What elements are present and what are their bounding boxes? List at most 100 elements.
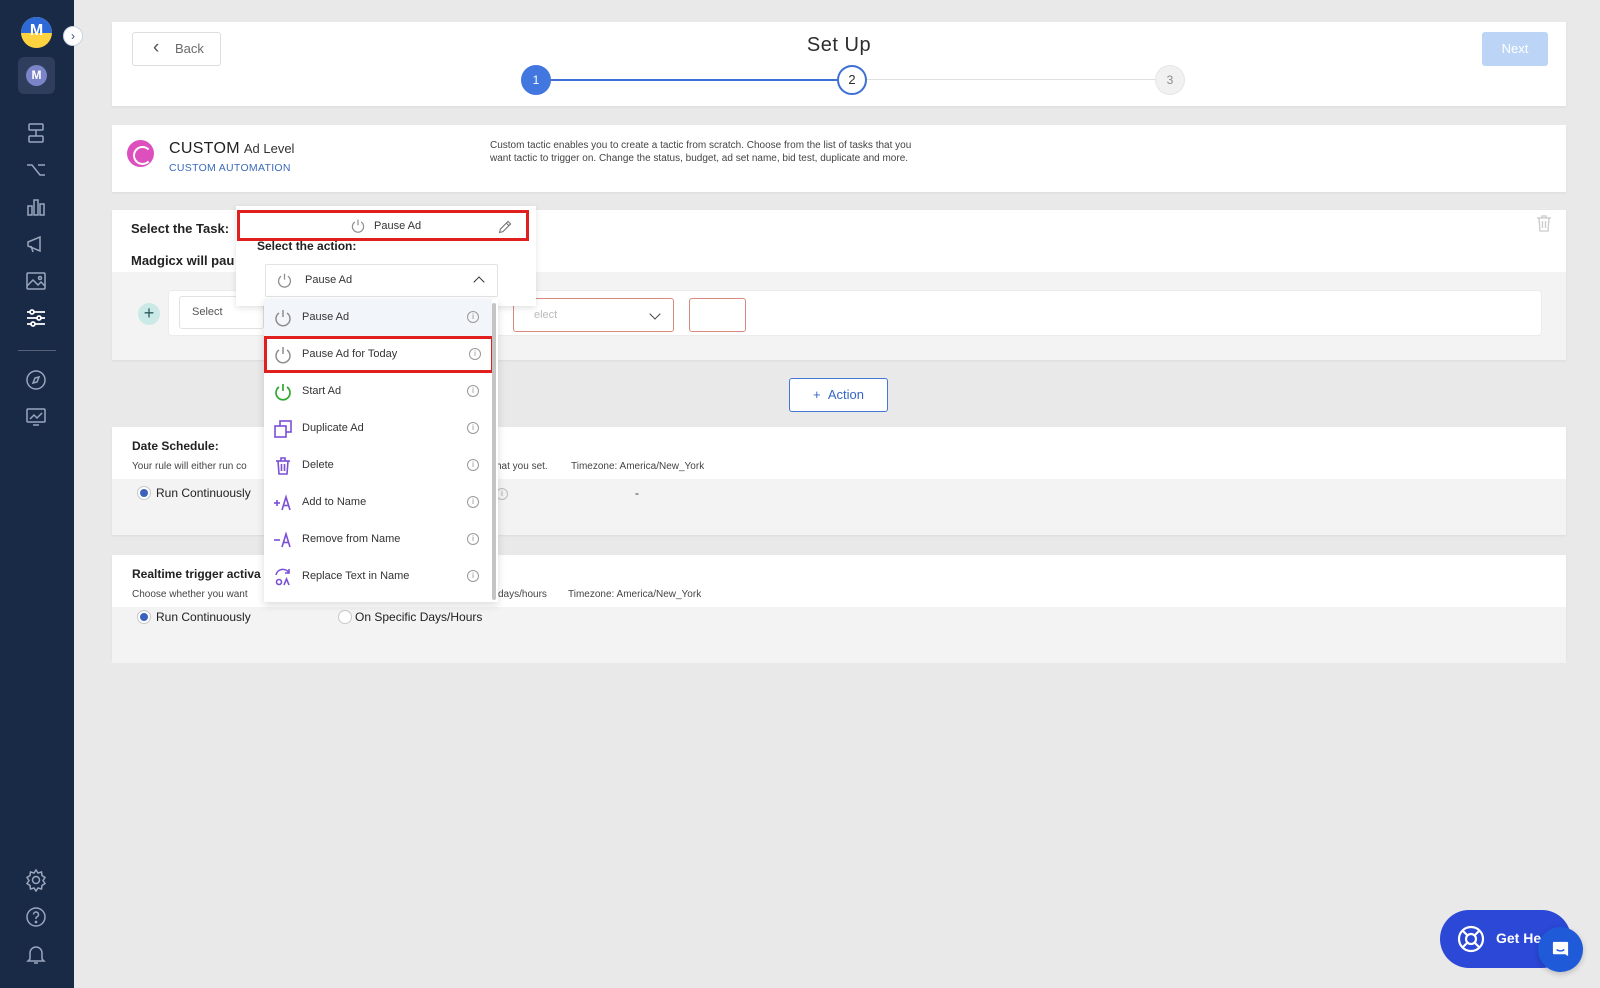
add-text-icon (273, 493, 293, 513)
realtime-heading: Realtime trigger activa (132, 567, 261, 581)
menu-item-remove-from-name[interactable]: Remove from Name i (264, 521, 492, 558)
sidebar-divider (18, 350, 56, 351)
step-2[interactable]: 2 (837, 65, 867, 95)
menu-item-duplicate-ad[interactable]: Duplicate Ad i (264, 410, 492, 447)
sidebar-item-account[interactable]: M (18, 57, 55, 94)
tactic-subtitle: CUSTOM AUTOMATION (169, 162, 291, 174)
lifebuoy-icon (1457, 925, 1485, 953)
operator-select[interactable]: elect (513, 298, 674, 332)
date-range-separator: - (635, 486, 639, 500)
step-3[interactable]: 3 (1155, 65, 1185, 95)
run-continuously-label: Run Continuously (156, 486, 251, 500)
duplicate-icon (273, 419, 293, 439)
image-icon[interactable] (24, 269, 48, 293)
page-title: Set Up (806, 34, 872, 56)
realtime-description-tail: days/hours (498, 589, 547, 600)
info-icon[interactable]: i (467, 311, 479, 323)
date-schedule-description: Your rule will either run co (132, 461, 247, 472)
date-schedule-timezone: Timezone: America/New_York (571, 461, 705, 472)
menu-item-label: Remove from Name (302, 533, 401, 545)
add-condition-plus-icon[interactable]: + (138, 303, 160, 325)
menu-item-start-ad[interactable]: Start Ad i (264, 373, 492, 410)
menu-scrollbar[interactable] (492, 303, 496, 600)
power-icon (351, 219, 365, 233)
date-schedule-description-tail: hat you set. (496, 461, 548, 472)
info-icon[interactable]: i (469, 348, 481, 360)
realtime-run-continuously-label: Run Continuously (156, 610, 251, 624)
menu-item-label: Pause Ad for Today (302, 348, 398, 360)
info-icon[interactable]: i (467, 533, 479, 545)
tactic-name: CUSTOM (169, 140, 240, 157)
tactic-info-card: CUSTOM Ad Level CUSTOM AUTOMATION Custom … (112, 125, 1566, 192)
madgicx-logo[interactable]: M (21, 17, 52, 48)
delete-task-trash-icon[interactable] (1536, 214, 1552, 232)
tactic-title: CUSTOM Ad Level (169, 140, 294, 158)
flow-icon[interactable] (24, 158, 48, 182)
selected-task-label: Pause Ad (374, 220, 422, 232)
compass-icon[interactable] (24, 368, 48, 392)
specific-days-radio[interactable] (338, 610, 352, 624)
settings-icon[interactable] (24, 868, 48, 893)
madgicx-will-label: Madgicx will pau (131, 253, 235, 268)
realtime-description: Choose whether you want (132, 589, 248, 600)
info-icon[interactable]: i (467, 385, 479, 397)
power-icon (273, 345, 293, 365)
add-action-label: Action (827, 387, 864, 402)
next-button[interactable]: Next (1482, 32, 1548, 66)
help-icon[interactable] (24, 905, 48, 929)
menu-item-pause-ad-for-today[interactable]: Pause Ad for Today i (264, 336, 494, 373)
menu-item-label: Start Ad (302, 385, 342, 397)
logo-letter: M (29, 22, 44, 39)
bell-icon[interactable] (24, 942, 48, 966)
custom-tactic-logo-icon (127, 140, 154, 167)
realtime-timezone: Timezone: America/New_York (568, 589, 702, 600)
info-icon[interactable]: i (467, 422, 479, 434)
specific-days-label: On Specific Days/Hours (355, 610, 483, 624)
info-icon[interactable]: i (467, 496, 479, 508)
tactic-description: Custom tactic enables you to create a ta… (490, 140, 912, 164)
bar-chart-icon[interactable] (24, 195, 48, 219)
edit-pencil-icon[interactable] (497, 218, 514, 235)
realtime-band (112, 607, 1566, 663)
select-action-label: Select the action: (257, 239, 357, 253)
setup-header: Back Set Up 1 2 3 Next (112, 22, 1566, 106)
trash-icon (273, 456, 293, 476)
date-schedule-heading: Date Schedule: (132, 439, 219, 453)
power-icon (273, 382, 293, 402)
info-icon[interactable]: i (467, 459, 479, 471)
account-letter: M (26, 65, 47, 86)
chat-icon (1552, 941, 1569, 957)
chat-launcher-button[interactable] (1538, 927, 1583, 972)
add-action-button[interactable]: + Action (789, 378, 888, 412)
info-icon[interactable]: i (467, 570, 479, 582)
selected-action-label: Pause Ad (305, 274, 353, 286)
power-icon (273, 308, 293, 328)
power-icon (277, 273, 292, 288)
menu-item-label: Replace Text in Name (302, 570, 410, 582)
step-1[interactable]: 1 (521, 65, 551, 95)
megaphone-icon[interactable] (24, 232, 48, 256)
chevron-up-icon (473, 276, 485, 288)
structure-icon[interactable] (24, 121, 48, 145)
realtime-run-continuously-radio[interactable] (137, 610, 151, 624)
sidebar-expand-chevron-icon[interactable]: › (63, 26, 83, 46)
tactic-level: Ad Level (243, 141, 295, 156)
get-help-label: Get He (1496, 930, 1542, 946)
menu-item-label: Pause Ad (302, 311, 350, 323)
sliders-icon[interactable] (24, 306, 48, 330)
step-progress-line-pending (852, 79, 1156, 80)
menu-item-pause-ad[interactable]: Pause Ad i (264, 299, 492, 336)
menu-item-replace-text-in-name[interactable]: Replace Text in Name i (264, 558, 492, 595)
value-input[interactable] (689, 298, 746, 332)
selected-task-pill[interactable]: Pause Ad (237, 210, 529, 241)
run-continuously-radio[interactable] (137, 486, 151, 500)
menu-item-delete[interactable]: Delete i (264, 447, 492, 484)
menu-item-label: Duplicate Ad (302, 422, 364, 434)
sidebar: M › M (0, 0, 83, 988)
menu-item-label: Add to Name (302, 496, 367, 508)
replace-text-icon (273, 567, 293, 587)
menu-item-add-to-name[interactable]: Add to Name i (264, 484, 492, 521)
action-select[interactable]: Pause Ad (265, 264, 498, 297)
remove-text-icon (273, 530, 293, 550)
analytics-icon[interactable] (24, 405, 48, 429)
